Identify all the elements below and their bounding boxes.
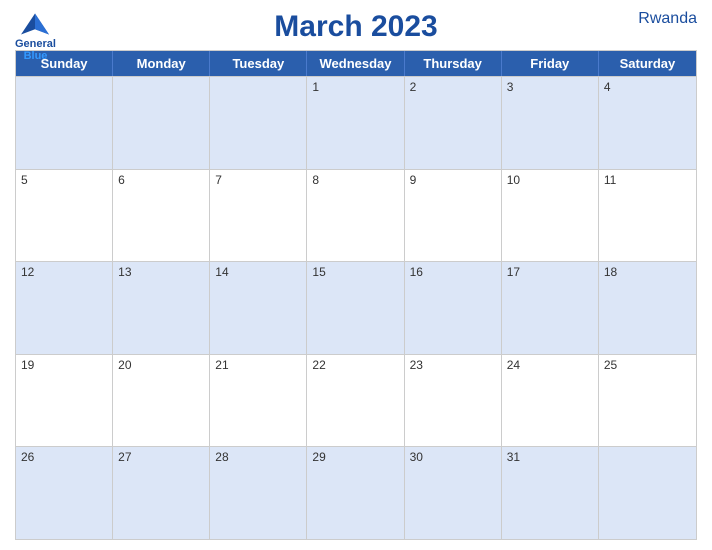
logo-icon <box>17 10 53 38</box>
day-cell: 10 <box>502 170 599 262</box>
calendar: SundayMondayTuesdayWednesdayThursdayFrid… <box>15 50 697 540</box>
day-number: 11 <box>604 173 616 187</box>
day-cell: 19 <box>16 355 113 447</box>
day-cell <box>113 77 210 169</box>
page: General Blue March 2023 Rwanda SundayMon… <box>0 0 712 550</box>
day-number: 6 <box>118 173 125 187</box>
day-cell: 25 <box>599 355 696 447</box>
week-row-1: 1 2 3 4 <box>16 76 696 169</box>
week-row-3: 12 13 14 15 16 17 18 <box>16 261 696 354</box>
day-cell: 9 <box>405 170 502 262</box>
day-cell: 21 <box>210 355 307 447</box>
day-number: 26 <box>21 450 34 464</box>
day-number: 8 <box>312 173 319 187</box>
day-number: 7 <box>215 173 222 187</box>
day-number: 10 <box>507 173 520 187</box>
day-number: 20 <box>118 358 131 372</box>
day-header-wednesday: Wednesday <box>307 51 404 76</box>
day-number: 4 <box>604 80 611 94</box>
logo-text-blue: Blue <box>24 50 48 62</box>
day-number: 22 <box>312 358 325 372</box>
day-cell: 4 <box>599 77 696 169</box>
day-number: 5 <box>21 173 28 187</box>
day-cell: 26 <box>16 447 113 539</box>
day-number: 24 <box>507 358 520 372</box>
day-number: 12 <box>21 265 34 279</box>
day-number: 15 <box>312 265 325 279</box>
day-number: 3 <box>507 80 514 94</box>
day-cell: 18 <box>599 262 696 354</box>
logo-text-general: General <box>15 38 56 50</box>
day-cell: 20 <box>113 355 210 447</box>
day-number: 1 <box>312 80 319 94</box>
week-row-2: 5 6 7 8 9 10 11 <box>16 169 696 262</box>
day-cell: 12 <box>16 262 113 354</box>
day-number: 28 <box>215 450 228 464</box>
day-header-thursday: Thursday <box>405 51 502 76</box>
calendar-body: 1234567891011121314151617181920212223242… <box>16 76 696 539</box>
day-cell: 30 <box>405 447 502 539</box>
calendar-title: March 2023 <box>274 10 437 44</box>
day-number: 25 <box>604 358 617 372</box>
calendar-header: General Blue March 2023 Rwanda <box>15 10 697 44</box>
day-cell: 11 <box>599 170 696 262</box>
day-cell: 24 <box>502 355 599 447</box>
day-cell: 23 <box>405 355 502 447</box>
week-row-5: 26 27 28 29 30 31 <box>16 446 696 539</box>
day-number: 13 <box>118 265 131 279</box>
day-header-friday: Friday <box>502 51 599 76</box>
day-cell <box>210 77 307 169</box>
day-cell: 2 <box>405 77 502 169</box>
logo: General Blue <box>15 10 56 62</box>
day-cell: 1 <box>307 77 404 169</box>
day-cell: 27 <box>113 447 210 539</box>
day-number: 31 <box>507 450 520 464</box>
day-cell: 6 <box>113 170 210 262</box>
day-cell <box>599 447 696 539</box>
day-number: 21 <box>215 358 228 372</box>
day-header-tuesday: Tuesday <box>210 51 307 76</box>
day-number: 30 <box>410 450 423 464</box>
day-number: 14 <box>215 265 228 279</box>
day-cell: 15 <box>307 262 404 354</box>
day-number: 9 <box>410 173 417 187</box>
day-number: 23 <box>410 358 423 372</box>
day-cell: 22 <box>307 355 404 447</box>
day-cell: 29 <box>307 447 404 539</box>
country-label: Rwanda <box>638 10 697 28</box>
day-cell: 13 <box>113 262 210 354</box>
day-number: 18 <box>604 265 617 279</box>
day-header-saturday: Saturday <box>599 51 696 76</box>
day-cell: 8 <box>307 170 404 262</box>
day-number: 29 <box>312 450 325 464</box>
day-header-monday: Monday <box>113 51 210 76</box>
day-cell: 28 <box>210 447 307 539</box>
day-cell: 7 <box>210 170 307 262</box>
week-row-4: 19 20 21 22 23 24 25 <box>16 354 696 447</box>
day-number: 2 <box>410 80 417 94</box>
day-cell: 3 <box>502 77 599 169</box>
day-cell: 17 <box>502 262 599 354</box>
day-number: 27 <box>118 450 131 464</box>
day-cell: 16 <box>405 262 502 354</box>
day-number: 17 <box>507 265 520 279</box>
day-cell: 14 <box>210 262 307 354</box>
day-cell: 5 <box>16 170 113 262</box>
day-cell: 31 <box>502 447 599 539</box>
day-headers-row: SundayMondayTuesdayWednesdayThursdayFrid… <box>16 51 696 76</box>
day-number: 16 <box>410 265 423 279</box>
day-number: 19 <box>21 358 34 372</box>
day-cell <box>16 77 113 169</box>
